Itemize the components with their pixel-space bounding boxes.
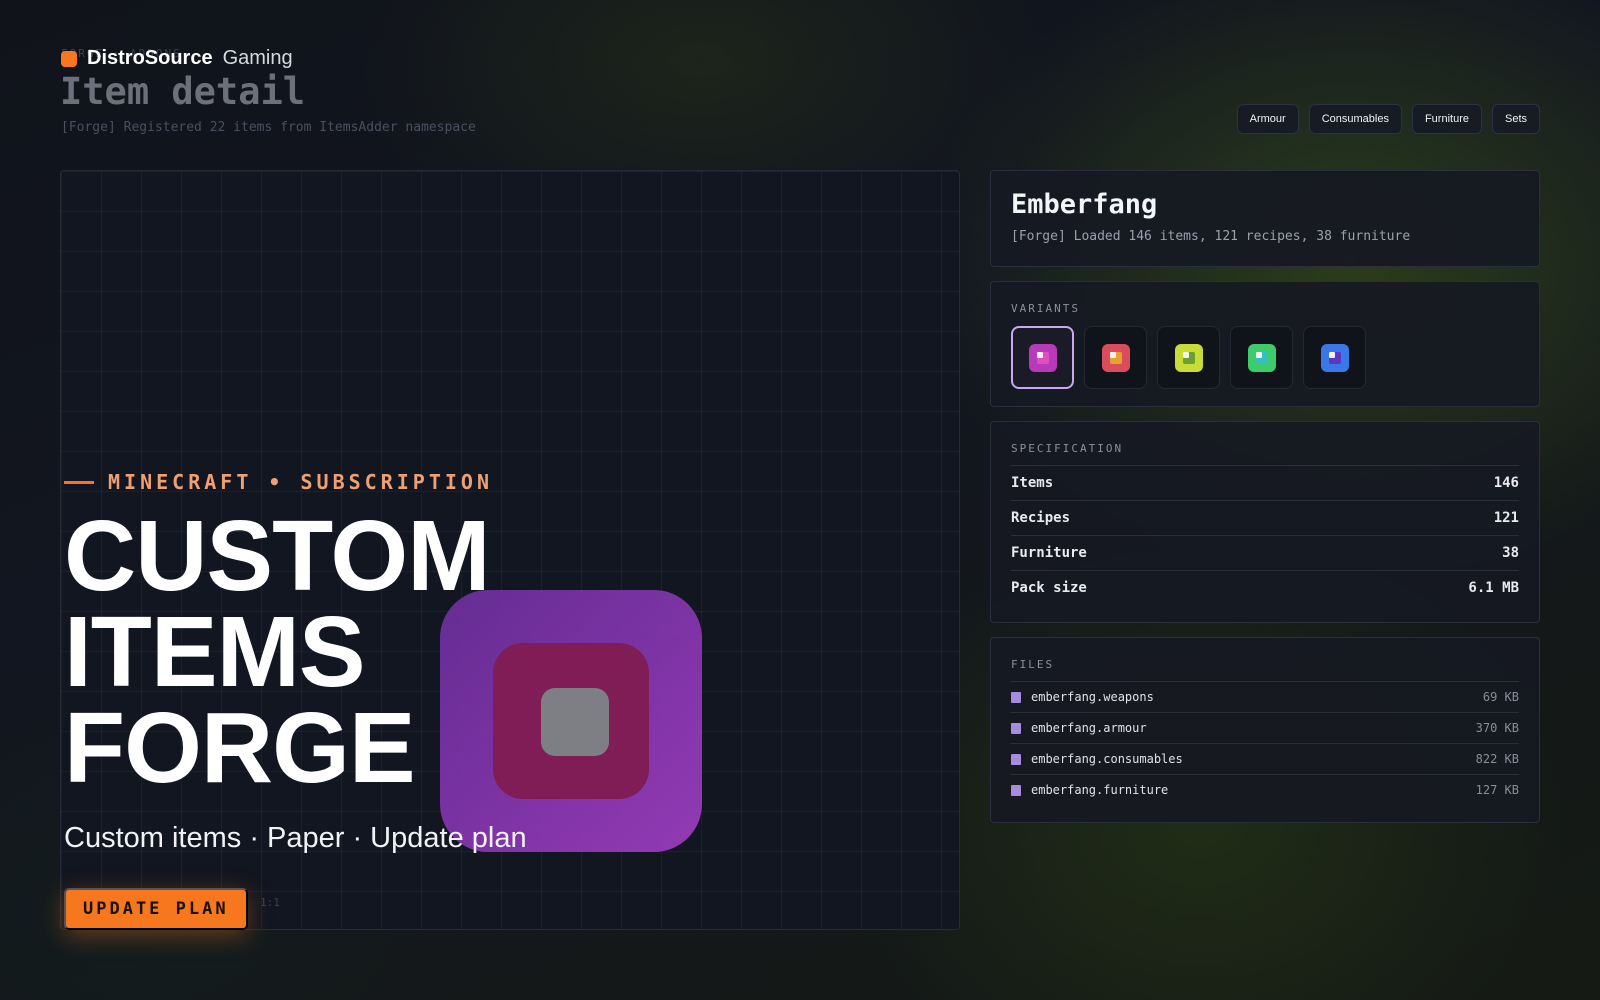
spec-row: Pack size 6.1 MB	[1011, 570, 1519, 605]
variant-swatch-icon	[1247, 343, 1276, 372]
spec-row: Items 146	[1011, 465, 1519, 500]
spec-key: Recipes	[1011, 510, 1071, 526]
variant-swatch[interactable]	[1157, 326, 1220, 389]
variant-swatch-icon	[1320, 343, 1349, 372]
zoom-label: 1:1	[260, 896, 280, 909]
file-icon	[1011, 722, 1021, 734]
swatch-dot	[1182, 351, 1189, 358]
variant-swatch[interactable]	[1230, 326, 1293, 389]
hero-title-line: ITEMS	[64, 596, 366, 708]
files-label: FILES	[1011, 658, 1055, 671]
spec-key: Items	[1011, 475, 1054, 491]
item-meta: [Forge] Loaded 146 items, 121 recipes, 3…	[1011, 229, 1411, 244]
spec-value: 146	[1493, 475, 1519, 491]
page-subtitle: [Forge] Registered 22 items from ItemsAd…	[61, 120, 476, 135]
spec-value: 6.1 MB	[1468, 580, 1519, 596]
swatch-dot	[1328, 351, 1335, 358]
file-icon	[1011, 784, 1021, 796]
file-name: emberfang.armour	[1031, 721, 1147, 735]
file-name: emberfang.consumables	[1031, 752, 1183, 766]
spec-value: 38	[1502, 545, 1519, 561]
tab-armour[interactable]: Armour	[1236, 104, 1299, 134]
hero-eyebrow: MINECRAFT • SUBSCRIPTION	[64, 470, 493, 494]
brand-logo-icon	[61, 50, 77, 67]
variant-swatch[interactable]	[1303, 326, 1366, 389]
spec-key: Furniture	[1011, 545, 1087, 561]
item-preview-inner	[493, 643, 649, 799]
hero-tagline: Custom items · Paper · Update plan	[64, 822, 527, 854]
file-size: 370 KB	[1475, 721, 1519, 735]
category-tabs: Armour Consumables Furniture Sets	[1236, 104, 1540, 134]
brand[interactable]: DistroSource Gaming	[61, 47, 293, 70]
file-row[interactable]: emberfang.consumables 822 KB	[1011, 743, 1519, 774]
item-preview-core	[541, 688, 609, 756]
file-row[interactable]: emberfang.weapons 69 KB	[1011, 681, 1519, 712]
eyebrow-line	[64, 480, 94, 484]
item-header-panel: Emberfang [Forge] Loaded 146 items, 121 …	[990, 170, 1540, 267]
specification-panel: SPECIFICATION Items 146 Recipes 121 Furn…	[990, 421, 1540, 623]
file-list: emberfang.weapons 69 KB emberfang.armour…	[1011, 681, 1519, 805]
file-size: 69 KB	[1482, 690, 1519, 704]
variants-label: VARIANTS	[1011, 302, 1080, 315]
variant-list	[1011, 326, 1519, 389]
file-name: emberfang.furniture	[1031, 783, 1169, 797]
swatch-dot	[1036, 351, 1043, 358]
swatch-dot	[1109, 351, 1116, 358]
variant-swatch-icon	[1028, 343, 1057, 372]
spec-key: Pack size	[1011, 580, 1087, 596]
file-size: 822 KB	[1475, 752, 1519, 766]
file-icon	[1011, 691, 1021, 703]
spec-row: Furniture 38	[1011, 535, 1519, 570]
tab-furniture[interactable]: Furniture	[1411, 104, 1482, 134]
variant-swatch-icon	[1101, 343, 1130, 372]
specification-label: SPECIFICATION	[1011, 442, 1124, 455]
file-name: emberfang.weapons	[1031, 690, 1154, 704]
tab-sets[interactable]: Sets	[1491, 104, 1540, 134]
brand-section: Gaming	[222, 47, 293, 69]
page-title: Item detail	[60, 70, 306, 113]
variant-swatch-icon	[1174, 343, 1203, 372]
files-panel: FILES emberfang.weapons 69 KB emberfang.…	[990, 637, 1540, 823]
swatch-core	[1036, 351, 1049, 364]
hero-eyebrow-text: MINECRAFT • SUBSCRIPTION	[108, 470, 493, 494]
update-plan-button[interactable]: UPDATE PLAN	[64, 888, 248, 930]
variant-swatch[interactable]	[1011, 326, 1074, 389]
specification-list: Items 146 Recipes 121 Furniture 38 Pack …	[1011, 465, 1519, 605]
spec-value: 121	[1493, 510, 1519, 526]
variant-swatch[interactable]	[1084, 326, 1147, 389]
variants-panel: VARIANTS	[990, 281, 1540, 407]
file-row[interactable]: emberfang.furniture 127 KB	[1011, 774, 1519, 805]
file-row[interactable]: emberfang.armour 370 KB	[1011, 712, 1519, 743]
swatch-dot	[1255, 351, 1262, 358]
spec-row: Recipes 121	[1011, 500, 1519, 535]
swatch-core	[1255, 351, 1268, 364]
item-name: Emberfang	[1011, 189, 1158, 220]
tab-consumables[interactable]: Consumables	[1308, 104, 1402, 134]
brand-name: DistroSource	[87, 47, 213, 69]
file-size: 127 KB	[1475, 783, 1519, 797]
file-icon	[1011, 753, 1021, 765]
swatch-core	[1182, 351, 1195, 364]
swatch-core	[1328, 351, 1341, 364]
hero-title-line: CUSTOM	[64, 500, 490, 612]
swatch-core	[1109, 351, 1122, 364]
hero-title: CUSTOM ITEMS FORGE	[64, 500, 490, 804]
hero-title-line: FORGE	[64, 692, 416, 804]
